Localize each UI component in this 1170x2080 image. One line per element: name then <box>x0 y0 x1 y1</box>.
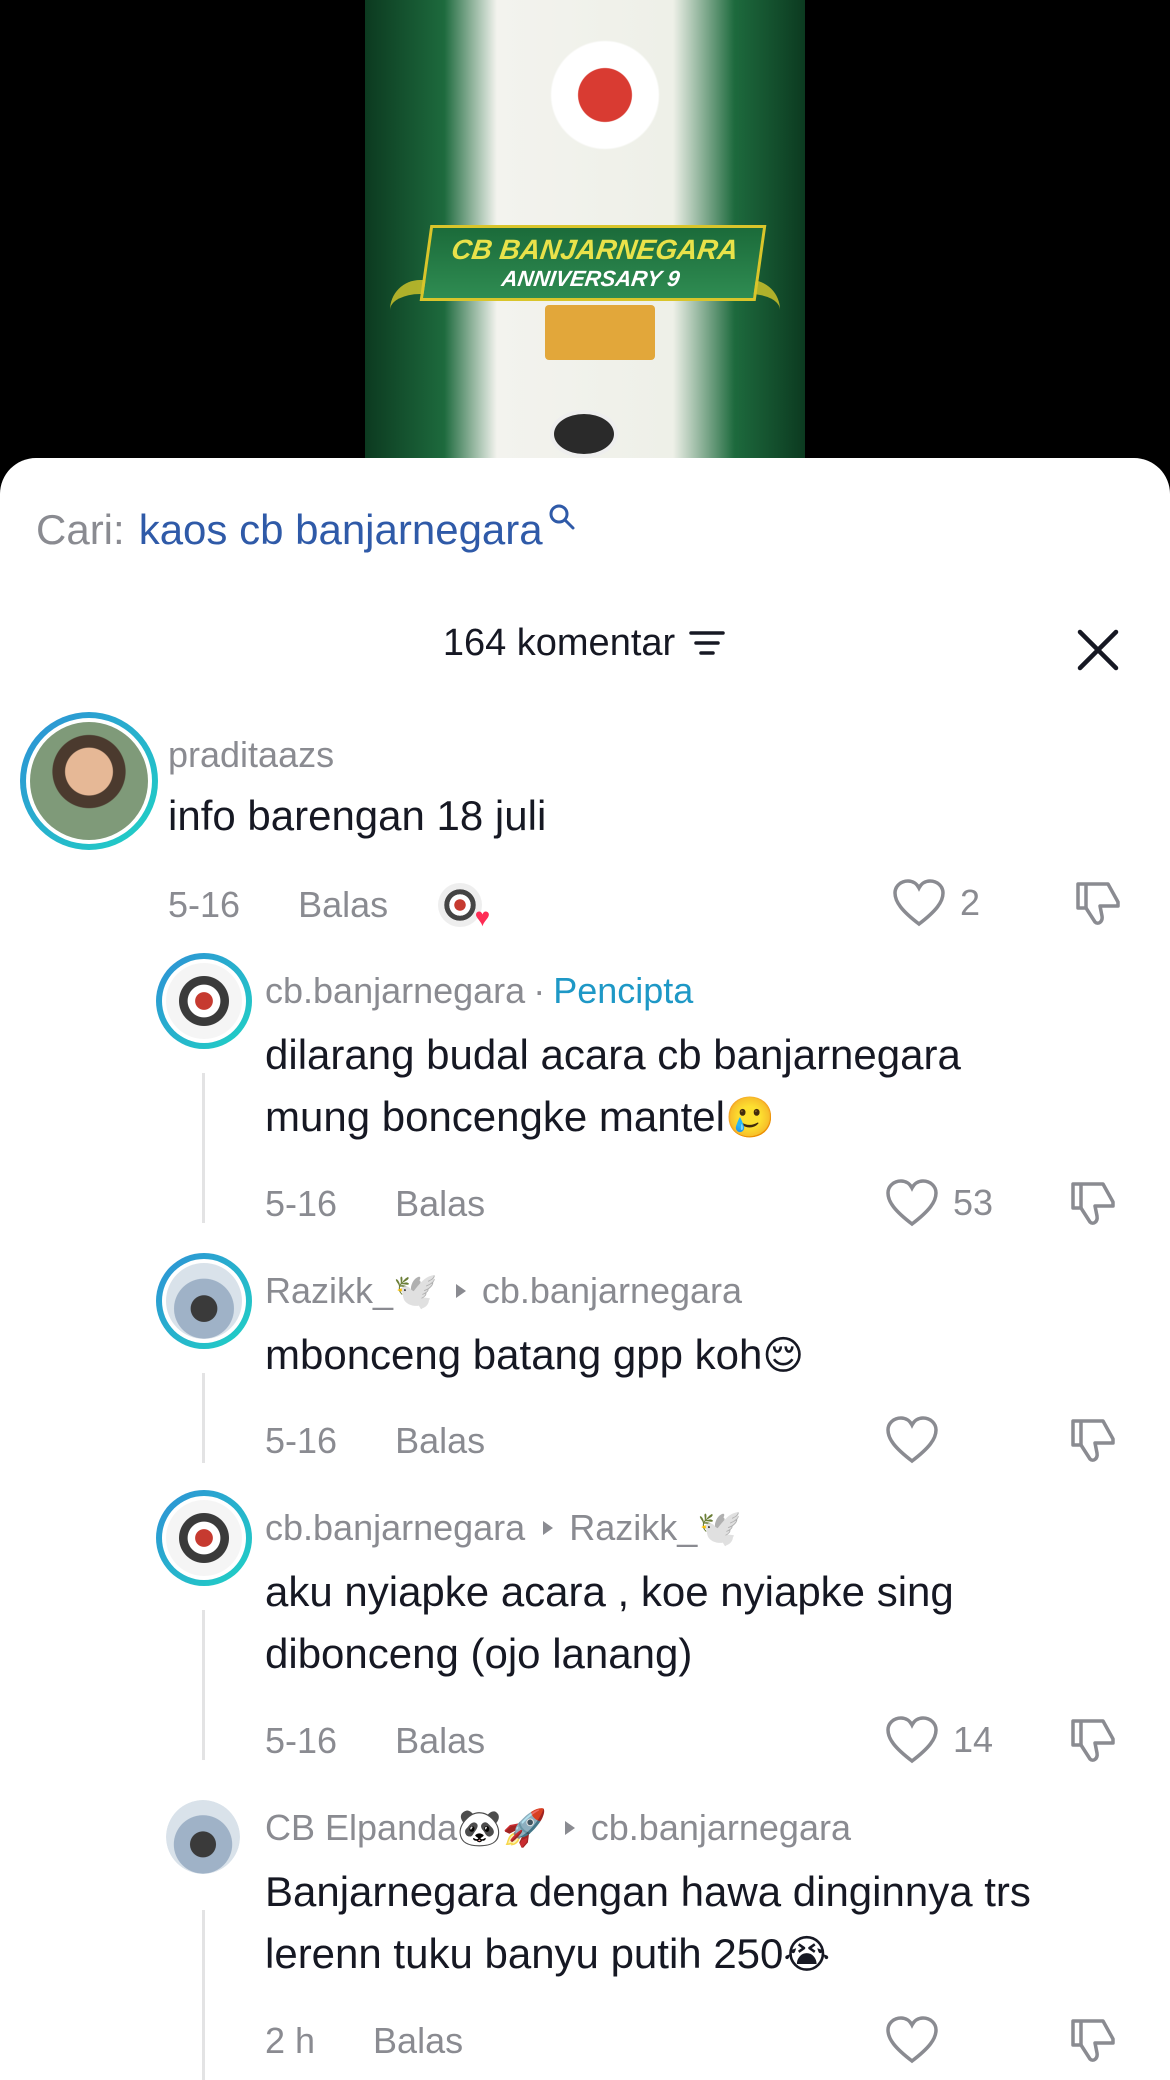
avatar[interactable] <box>20 712 158 850</box>
dislike-icon[interactable] <box>1065 1178 1119 1228</box>
video-thumbnail: CB BANJARNEGARA ANNIVERSARY 9 <box>365 0 805 470</box>
comment-username[interactable]: cb.banjarnegara · Pencipta <box>265 970 693 1012</box>
avatar[interactable] <box>156 1490 252 1586</box>
comment-text: mbonceng batang gpp koh😌 <box>265 1324 1170 1387</box>
avatar[interactable] <box>166 1800 240 1874</box>
comment-text: dilarang budal acara cb banjarnegara mun… <box>265 1024 1170 1149</box>
comment-text-line: dilarang budal acara cb banjarnegara <box>265 1031 961 1078</box>
comment-username[interactable]: cb.banjarnegara Razikk_🕊️ <box>265 1507 742 1549</box>
comment-meta: 5-16 Balas <box>265 1183 485 1225</box>
reply-button[interactable]: Balas <box>395 1420 485 1462</box>
reply-button[interactable]: Balas <box>395 1720 485 1762</box>
creator-badge: Pencipta <box>553 970 694 1011</box>
comment-date: 5-16 <box>265 1183 338 1224</box>
comment-username[interactable]: Razikk_🕊️ cb.banjarnegara <box>265 1270 742 1312</box>
search-query-link[interactable]: kaos cb banjarnegara <box>139 506 543 554</box>
close-icon[interactable] <box>1076 628 1120 672</box>
vehicle-logo <box>550 410 618 458</box>
reply-button[interactable]: Balas <box>298 884 388 926</box>
thread-line <box>202 1373 205 1463</box>
anniversary-banner: CB BANJARNEGARA ANNIVERSARY 9 <box>419 225 767 301</box>
comments-header: 164 komentar <box>0 608 1170 678</box>
like-button[interactable] <box>885 1415 939 1465</box>
banner-title: CB BANJARNEGARA <box>449 234 741 265</box>
reply-button[interactable]: Balas <box>373 2020 463 2062</box>
reply-arrow-icon <box>455 1284 466 1298</box>
username-text[interactable]: CB Elpanda🐼🚀 <box>265 1807 547 1849</box>
username-text[interactable]: cb.banjarnegara <box>265 1507 525 1549</box>
heart-icon: ♥ <box>474 902 491 932</box>
comment-text-line: aku nyiapke acara , koe nyiapke sing <box>265 1568 954 1615</box>
avatar[interactable] <box>156 953 252 1049</box>
comment-date: 5-16 <box>265 1420 338 1461</box>
creator-liked-indicator: ♥ <box>438 883 490 932</box>
comment-text: info barengan 18 juli <box>168 792 547 839</box>
heart-outline-icon <box>886 2016 938 2064</box>
comment-text-line: dibonceng (ojo lanang) <box>265 1630 693 1677</box>
emoji: 🥲 <box>724 1096 775 1140</box>
comment-date: 2 h <box>265 2020 316 2061</box>
like-button[interactable]: 2 <box>892 878 980 928</box>
reply-to-username[interactable]: cb.banjarnegara <box>591 1807 851 1849</box>
like-count: 14 <box>953 1719 994 1760</box>
license-plate <box>545 305 655 360</box>
search-icon <box>549 504 575 530</box>
comment-meta: 5-16 Balas ♥ <box>168 883 490 932</box>
dislike-icon[interactable] <box>1070 878 1124 928</box>
like-button[interactable]: 14 <box>885 1715 993 1765</box>
reply-to-username[interactable]: cb.banjarnegara <box>482 1270 742 1312</box>
search-label: Cari: <box>36 506 125 553</box>
username-text[interactable]: cb.banjarnegara <box>265 970 525 1012</box>
like-count: 53 <box>953 1182 994 1223</box>
comment-date: 5-16 <box>265 1720 338 1761</box>
separator-dot: · <box>533 970 546 1011</box>
like-button[interactable]: 53 <box>885 1178 993 1228</box>
thread-line <box>202 1610 205 1760</box>
heart-outline-icon <box>893 879 945 927</box>
username-text[interactable]: Razikk_🕊️ <box>265 1270 438 1312</box>
comment-username[interactable]: CB Elpanda🐼🚀 cb.banjarnegara <box>265 1807 851 1849</box>
emoji: 😭 <box>783 1933 831 1977</box>
avatar[interactable] <box>156 1253 252 1349</box>
comment-text-line: Banjarnegara dengan hawa dinginnya trs <box>265 1868 1031 1915</box>
comment-meta: 2 h Balas <box>265 2020 463 2062</box>
dislike-icon[interactable] <box>1065 2015 1119 2065</box>
search-suggestion[interactable]: Cari: kaos cb banjarnegara <box>36 504 577 554</box>
comment-text-line: lerenn tuku banyu putih 250 <box>265 1930 784 1977</box>
comment-text-line: mbonceng batang gpp koh <box>265 1331 763 1378</box>
emoji: 😌 <box>762 1334 805 1378</box>
dislike-icon[interactable] <box>1065 1715 1119 1765</box>
reply-arrow-icon <box>564 1821 575 1835</box>
reply-button[interactable]: Balas <box>395 1183 485 1225</box>
club-emblem <box>545 30 665 160</box>
dislike-icon[interactable] <box>1065 1415 1119 1465</box>
heart-outline-icon <box>886 1716 938 1764</box>
thread-line <box>202 1073 205 1223</box>
comment-meta: 5-16 Balas <box>265 1720 485 1762</box>
like-button[interactable] <box>885 2015 939 2065</box>
sort-filter-icon[interactable] <box>687 625 727 661</box>
like-count: 2 <box>960 882 981 923</box>
heart-outline-icon <box>886 1416 938 1464</box>
video-player[interactable]: CB BANJARNEGARA ANNIVERSARY 9 <box>0 0 1170 470</box>
comments-sheet: Cari: kaos cb banjarnegara 164 komentar … <box>0 458 1170 2080</box>
comment-text-line: mung boncengke mantel <box>265 1093 725 1140</box>
comment-username[interactable]: praditaazs <box>168 734 334 776</box>
comment-text: Banjarnegara dengan hawa dinginnya trs l… <box>265 1861 1170 1986</box>
comment-count: 164 komentar <box>442 621 676 664</box>
comment-meta: 5-16 Balas <box>265 1420 485 1462</box>
reply-arrow-icon <box>543 1521 554 1535</box>
heart-outline-icon <box>886 1179 938 1227</box>
comment-date: 5-16 <box>168 884 241 925</box>
reply-to-username[interactable]: Razikk_🕊️ <box>569 1507 742 1549</box>
comment-text: aku nyiapke acara , koe nyiapke sing dib… <box>265 1561 1170 1685</box>
banner-subtitle: ANNIVERSARY 9 <box>500 266 682 291</box>
thread-line <box>202 1910 205 2080</box>
